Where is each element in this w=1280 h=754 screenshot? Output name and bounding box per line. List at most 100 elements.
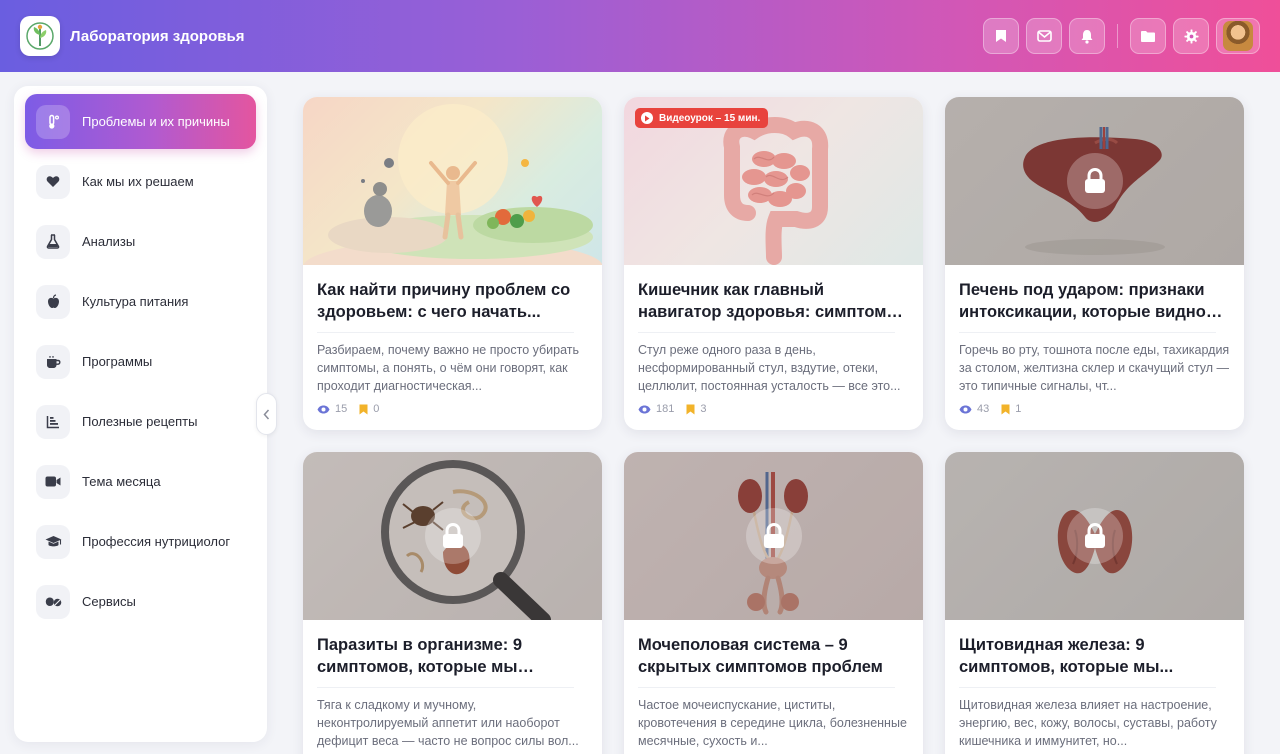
views-count: 15 [335, 403, 348, 415]
bookmark-icon [359, 404, 368, 414]
chevron-left-icon [263, 409, 270, 419]
gear-icon [1183, 28, 1199, 44]
pills-icon [36, 584, 70, 619]
messages-button[interactable] [1026, 18, 1062, 54]
sidebar-item-label: Как мы их решаем [82, 174, 194, 189]
app-title: Лаборатория здоровья [70, 27, 245, 45]
sidebar-item-recipes[interactable]: Полезные рецепты [25, 394, 256, 449]
sidebar-item-nutrition[interactable]: Культура питания [25, 274, 256, 329]
card-divider [317, 332, 574, 333]
sidebar-item-programs[interactable]: Программы [25, 334, 256, 389]
bookmarks-count: 0 [373, 403, 380, 415]
card-stats: 15 0 [317, 403, 588, 415]
sidebar-item-theme[interactable]: Тема месяца [25, 454, 256, 509]
card-image: Видеоурок – 15 мин. [624, 97, 923, 265]
apple-icon [36, 284, 70, 319]
card-description: Частое мочеиспускание, циститы, кровотеч… [638, 698, 907, 748]
flask-icon [36, 224, 70, 259]
article-card[interactable]: Паразиты в организме: 9 симптомов, котор… [303, 452, 602, 754]
card-image [303, 97, 602, 265]
sidebar-item-solutions[interactable]: Как мы их решаем [25, 154, 256, 209]
sidebar-item-profession[interactable]: Профессия нутрициолог [25, 514, 256, 569]
bookmarks-count: 3 [700, 403, 707, 415]
article-card[interactable]: Как найти причину проблем со здоровьем: … [303, 97, 602, 430]
eye-icon [317, 405, 330, 413]
thermometer-icon [36, 104, 70, 139]
card-divider [959, 332, 1216, 333]
card-image [624, 452, 923, 620]
card-stats: 43 1 [959, 403, 1230, 415]
card-title[interactable]: Кишечник как главный навигатор здоровья:… [638, 279, 909, 323]
sidebar-item-label: Сервисы [82, 594, 136, 609]
card-divider [959, 687, 1216, 688]
card-description: Стул реже одного раза в день, несформиро… [638, 343, 901, 393]
app-logo[interactable] [20, 16, 60, 56]
lock-icon [745, 508, 802, 564]
card-divider [638, 332, 895, 333]
card-divider [638, 687, 895, 688]
card-description: Горечь во рту, тошнота после еды, тахика… [959, 343, 1230, 393]
sidebar-item-label: Анализы [82, 234, 136, 249]
folder-icon [1141, 30, 1155, 42]
sidebar-item-label: Полезные рецепты [82, 414, 198, 429]
play-icon [641, 112, 653, 124]
article-card[interactable]: Щитовидная железа: 9 симптомов, которые … [945, 452, 1244, 754]
mail-icon [1036, 30, 1052, 42]
bookmarks-count: 1 [1015, 403, 1022, 415]
graduation-cap-icon [36, 524, 70, 559]
avatar-image [1223, 21, 1253, 51]
sidebar-collapse-button[interactable] [256, 393, 277, 435]
bookmark-icon [686, 404, 695, 414]
card-description: Тяга к сладкому и мучному, неконтролируе… [317, 698, 579, 748]
folder-button[interactable] [1130, 18, 1166, 54]
article-card[interactable]: Видеоурок – 15 мин. Кишечник как главный… [624, 97, 923, 430]
sidebar: Проблемы и их причины Как мы их решаем А… [14, 86, 267, 742]
card-image [945, 97, 1244, 265]
card-title[interactable]: Паразиты в организме: 9 симптомов, котор… [317, 634, 588, 678]
eye-icon [959, 405, 972, 413]
bookmark-icon [1001, 404, 1010, 414]
sidebar-item-label: Программы [82, 354, 153, 369]
views-count: 43 [977, 403, 990, 415]
chart-icon [36, 404, 70, 439]
sidebar-item-services[interactable]: Сервисы [25, 574, 256, 629]
card-title[interactable]: Печень под ударом: признаки интоксикации… [959, 279, 1230, 323]
top-header: Лаборатория здоровья [0, 0, 1280, 72]
card-description: Разбираем, почему важно не просто убират… [317, 343, 580, 393]
video-camera-icon [36, 464, 70, 499]
header-actions [983, 18, 1260, 54]
sidebar-item-problems[interactable]: Проблемы и их причины [25, 94, 256, 149]
sidebar-item-label: Тема месяца [82, 474, 161, 489]
card-title[interactable]: Щитовидная железа: 9 симптомов, которые … [959, 634, 1230, 678]
badge-label: Видеоурок – 15 мин. [659, 112, 761, 124]
views-count: 181 [656, 403, 675, 415]
article-card[interactable]: Печень под ударом: признаки интоксикации… [945, 97, 1244, 430]
article-card[interactable]: Мочеполовая система – 9 скрытых симптомо… [624, 452, 923, 754]
bookmarks-stat: 3 [686, 403, 706, 415]
sidebar-item-label: Проблемы и их причины [82, 114, 230, 129]
card-stats: 181 3 [638, 403, 909, 415]
card-image [303, 452, 602, 620]
sidebar-item-tests[interactable]: Анализы [25, 214, 256, 269]
bookmark-icon [996, 30, 1006, 42]
bookmarks-stat: 1 [1001, 403, 1021, 415]
sidebar-item-label: Профессия нутрициолог [82, 534, 231, 549]
card-description: Щитовидная железа влияет на настроение, … [959, 698, 1217, 748]
card-title[interactable]: Мочеполовая система – 9 скрытых симптомо… [638, 634, 909, 678]
notifications-button[interactable] [1069, 18, 1105, 54]
lock-icon [1066, 153, 1123, 209]
bookmarks-stat: 0 [359, 403, 379, 415]
views-stat: 43 [959, 403, 989, 415]
lock-icon [424, 508, 481, 564]
mug-icon [36, 344, 70, 379]
settings-button[interactable] [1173, 18, 1209, 54]
lock-icon [1066, 508, 1123, 564]
wellness-illustration [303, 104, 602, 265]
video-lesson-badge: Видеоурок – 15 мин. [635, 108, 769, 128]
bell-icon [1081, 29, 1093, 44]
card-title[interactable]: Как найти причину проблем со здоровьем: … [317, 279, 588, 323]
user-avatar[interactable] [1216, 18, 1260, 54]
views-stat: 181 [638, 403, 674, 415]
eye-icon [638, 405, 651, 413]
bookmark-button[interactable] [983, 18, 1019, 54]
